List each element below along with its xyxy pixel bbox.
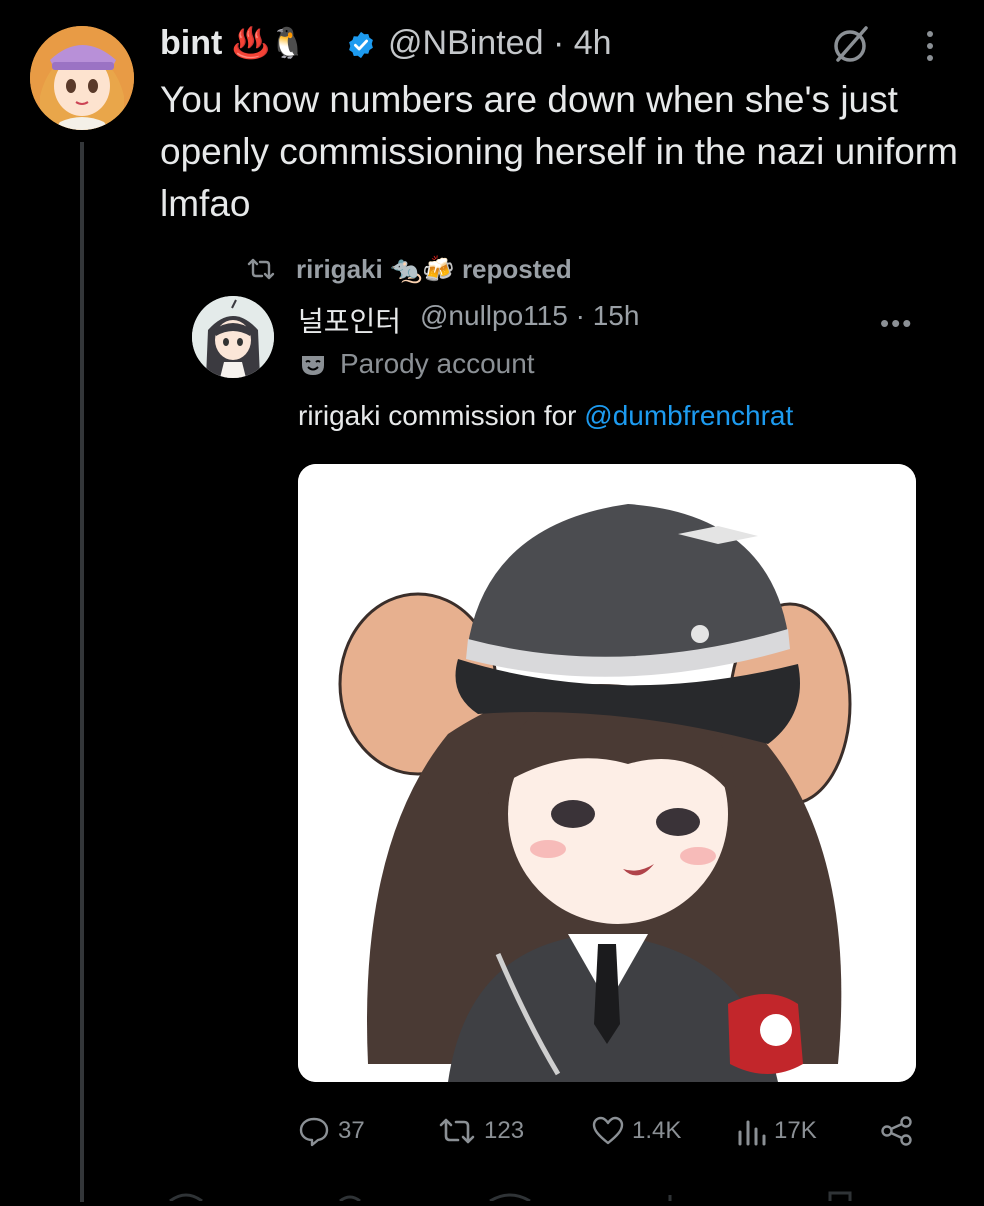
repost-header: ririgaki 🐀🍻 reposted bbox=[296, 254, 572, 285]
repost-icon bbox=[439, 1118, 475, 1144]
reply-button[interactable]: 37 bbox=[298, 1114, 365, 1148]
next-action-row-partial bbox=[150, 1188, 910, 1203]
parody-account-label: Parody account bbox=[340, 348, 535, 379]
author-name-emojis: ♨️🐧 bbox=[232, 27, 307, 60]
like-button[interactable]: 1.4K bbox=[592, 1114, 681, 1148]
repost-label: reposted bbox=[461, 254, 572, 284]
more-horizontal-icon[interactable]: ••• bbox=[880, 308, 913, 339]
grok-icon[interactable] bbox=[828, 22, 872, 66]
quoted-author-name[interactable]: 널포인터 bbox=[298, 300, 401, 340]
thread-line bbox=[80, 142, 84, 1202]
tweet-text: You know numbers are down when she's jus… bbox=[160, 79, 958, 224]
quoted-author-avatar[interactable] bbox=[192, 296, 274, 378]
share-button[interactable] bbox=[880, 1114, 914, 1148]
share-icon bbox=[881, 1116, 912, 1146]
quoted-timestamp[interactable]: 15h bbox=[593, 300, 640, 331]
reposter-name[interactable]: ririgaki bbox=[296, 254, 383, 284]
author-avatar[interactable] bbox=[30, 26, 134, 130]
reply-icon bbox=[299, 1117, 329, 1147]
like-count: 1.4K bbox=[632, 1117, 682, 1144]
reposter-emojis: 🐀🍻 bbox=[389, 254, 455, 284]
views-count: 17K bbox=[774, 1117, 817, 1144]
author-handle[interactable]: @NBinted bbox=[388, 24, 543, 62]
author-name[interactable]: bint bbox=[160, 24, 222, 63]
author-handle-and-time: @NBinted · 4h bbox=[388, 24, 612, 63]
more-vertical-icon[interactable] bbox=[924, 28, 936, 64]
time-separator: · bbox=[552, 24, 565, 62]
verified-badge-icon bbox=[346, 30, 376, 60]
mention-link[interactable]: @dumbfrenchrat bbox=[584, 400, 793, 431]
tweet-media-image[interactable] bbox=[298, 464, 916, 1082]
quoted-author-handle[interactable]: @nullpo115 bbox=[420, 300, 568, 331]
views-button[interactable]: 17K bbox=[736, 1114, 817, 1148]
quoted-handle-and-time: @nullpo115 · 15h bbox=[420, 300, 639, 332]
repost-button[interactable]: 123 bbox=[438, 1114, 524, 1148]
time-separator: · bbox=[575, 300, 585, 331]
views-icon bbox=[738, 1120, 766, 1146]
reply-count: 37 bbox=[338, 1117, 365, 1144]
quoted-tweet-text: ririgaki commission for @dumbfrenchrat bbox=[298, 400, 793, 432]
like-icon bbox=[592, 1116, 624, 1145]
timestamp[interactable]: 4h bbox=[574, 24, 612, 62]
repost-count: 123 bbox=[484, 1117, 525, 1144]
repost-icon bbox=[246, 258, 276, 280]
parody-mask-icon bbox=[300, 353, 326, 377]
quoted-text-body: ririgaki commission for bbox=[298, 400, 585, 431]
